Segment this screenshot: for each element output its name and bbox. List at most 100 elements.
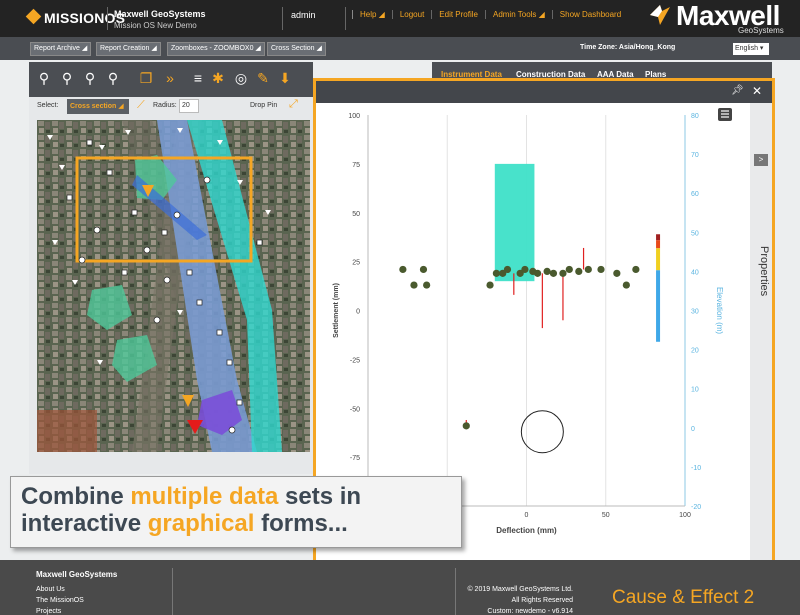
spiral-icon[interactable]: ◎ xyxy=(232,69,250,87)
data-point xyxy=(597,265,605,274)
cross-section-button[interactable]: Cross Section ◢ xyxy=(267,42,326,56)
y-tick-label: -25 xyxy=(350,357,360,364)
drop-pin-label: Drop Pin xyxy=(250,102,278,109)
user-search-icon[interactable]: ⚲ xyxy=(104,69,122,87)
data-point xyxy=(486,281,494,289)
data-point xyxy=(543,267,551,275)
properties-toggle[interactable]: > xyxy=(754,154,768,166)
logout-link[interactable]: Logout xyxy=(391,10,431,19)
copy-icon[interactable]: ❐ xyxy=(137,69,155,87)
data-point xyxy=(565,265,573,274)
data-point xyxy=(559,269,567,277)
report-creation-button[interactable]: Report Creation ◢ xyxy=(96,42,161,56)
language-select[interactable]: English ▾ xyxy=(733,43,769,55)
close-icon[interactable]: ✕ xyxy=(752,84,762,98)
data-point xyxy=(492,269,500,277)
version: Custom: newdemo - v6.914 xyxy=(487,608,573,615)
caption-line-2: interactive graphical forms... xyxy=(21,510,348,537)
username: admin xyxy=(291,10,316,20)
caption-overlay: Combine multiple data sets in interactiv… xyxy=(10,476,462,548)
radius-label: Radius: xyxy=(153,102,177,109)
show-dashboard-link[interactable]: Show Dashboard xyxy=(551,10,628,19)
project-name: Mission OS New Demo xyxy=(114,21,197,30)
admin-tools-menu[interactable]: Admin Tools ◢ xyxy=(484,10,552,19)
y2-tick-label: 30 xyxy=(691,309,699,316)
top-menu: Help ◢ Logout Edit Profile Admin Tools ◢… xyxy=(352,10,628,19)
report-archive-button[interactable]: Report Archive ◢ xyxy=(30,42,92,56)
area-search-icon[interactable]: ⚲ xyxy=(81,69,99,87)
pencil-icon[interactable]: ✎ xyxy=(254,69,272,87)
y-tick-label: 0 xyxy=(356,309,360,316)
x-axis-title: Deflection (mm) xyxy=(496,526,557,535)
data-point xyxy=(399,265,407,274)
x-tick-label: 0 xyxy=(525,512,529,519)
secondary-toolbar: Report Archive ◢ Report Creation ◢ Zoomb… xyxy=(0,37,800,60)
properties-panel xyxy=(750,103,772,567)
elevation-bar-orange xyxy=(656,240,661,249)
data-point xyxy=(549,269,558,277)
y2-tick-label: 80 xyxy=(691,113,699,120)
footer-link-missionos[interactable]: The MissionOS xyxy=(36,597,84,604)
radius-input[interactable]: 20 xyxy=(179,99,199,113)
y-tick-label: 100 xyxy=(348,113,360,120)
x-tick-label: 50 xyxy=(602,512,610,519)
highlight-rect xyxy=(494,163,535,282)
y2-tick-label: 60 xyxy=(691,191,699,198)
y-axis-title: Settlement (mm) xyxy=(333,283,340,338)
y-tick-label: 50 xyxy=(352,211,360,218)
y-tick-label: 25 xyxy=(352,260,360,267)
help-menu[interactable]: Help ◢ xyxy=(352,10,392,19)
satellite-map[interactable] xyxy=(37,120,310,452)
elevation-bar-top xyxy=(656,234,661,241)
rights: All Rights Reserved xyxy=(511,597,573,604)
y-tick-label: 75 xyxy=(352,162,360,169)
select-dropdown[interactable]: Cross section ◢ xyxy=(67,99,129,114)
list-pin-icon[interactable]: ≡ xyxy=(189,69,207,87)
selection-row: Select: Cross section ◢ ⟋ Radius: 20 Dro… xyxy=(29,97,313,118)
caption-line-1: Combine multiple data sets in xyxy=(21,483,362,510)
data-point xyxy=(423,281,431,289)
maxwell-logo-icon xyxy=(650,5,670,25)
map-toolbar: ⚲ ⚲ ⚲ ⚲ ❐ » ≡ ✱ ◎ ✎ ⬇ xyxy=(29,62,313,97)
y-tick-label: -75 xyxy=(350,455,360,462)
footer: Maxwell GeoSystems About Us The MissionO… xyxy=(0,560,800,615)
pin-icon[interactable]: ⬇ xyxy=(276,69,294,87)
map-footer xyxy=(29,452,313,474)
y2-tick-label: 20 xyxy=(691,348,699,355)
y2-axis-title: Elevation (m) xyxy=(715,287,724,334)
bulb-icon[interactable]: ✱ xyxy=(209,69,227,87)
properties-label[interactable]: Properties xyxy=(758,246,770,296)
forward-icon[interactable]: » xyxy=(161,69,179,87)
divider xyxy=(172,568,173,615)
elevation-bar-blue xyxy=(656,270,661,342)
pin-window-icon[interactable]: 📌︎ xyxy=(731,84,744,98)
elevation-bar-yellow xyxy=(656,248,661,271)
data-point xyxy=(521,265,529,274)
zoomboxes-button[interactable]: Zoomboxes - ZOOMBOX0 ◢ xyxy=(167,42,265,56)
footer-link-projects[interactable]: Projects xyxy=(36,608,61,615)
select-label: Select: xyxy=(37,102,59,109)
footer-link-about[interactable]: About Us xyxy=(36,586,65,593)
edit-profile-link[interactable]: Edit Profile xyxy=(431,10,485,19)
cause-effect-label: Cause & Effect 2 xyxy=(612,587,755,608)
timezone-label: Time Zone: Asia/Hong_Kong xyxy=(580,44,676,51)
add-search-icon[interactable]: ⚲ xyxy=(35,69,53,87)
y2-tick-label: -20 xyxy=(691,504,701,511)
maxwell-brand-sub: GeoSystems xyxy=(738,26,784,35)
divider xyxy=(282,7,283,30)
y2-tick-label: 40 xyxy=(691,269,699,276)
data-point xyxy=(575,267,583,275)
company-name: Maxwell GeoSystems xyxy=(114,9,206,19)
remove-search-icon[interactable]: ⚲ xyxy=(58,69,76,87)
data-point xyxy=(613,269,621,277)
popup-header: 📌︎ ✕ xyxy=(316,81,772,103)
drop-pin-icon[interactable]: ⤢ xyxy=(289,98,298,111)
missionos-logo-text[interactable]: MISSIONOS xyxy=(44,10,125,26)
y-tick-label: -50 xyxy=(350,406,360,413)
y2-tick-label: 0 xyxy=(691,426,695,433)
data-point xyxy=(632,265,640,274)
data-point xyxy=(419,265,428,274)
data-point xyxy=(622,281,630,289)
y2-tick-label: 70 xyxy=(691,152,699,159)
data-point xyxy=(462,422,470,430)
